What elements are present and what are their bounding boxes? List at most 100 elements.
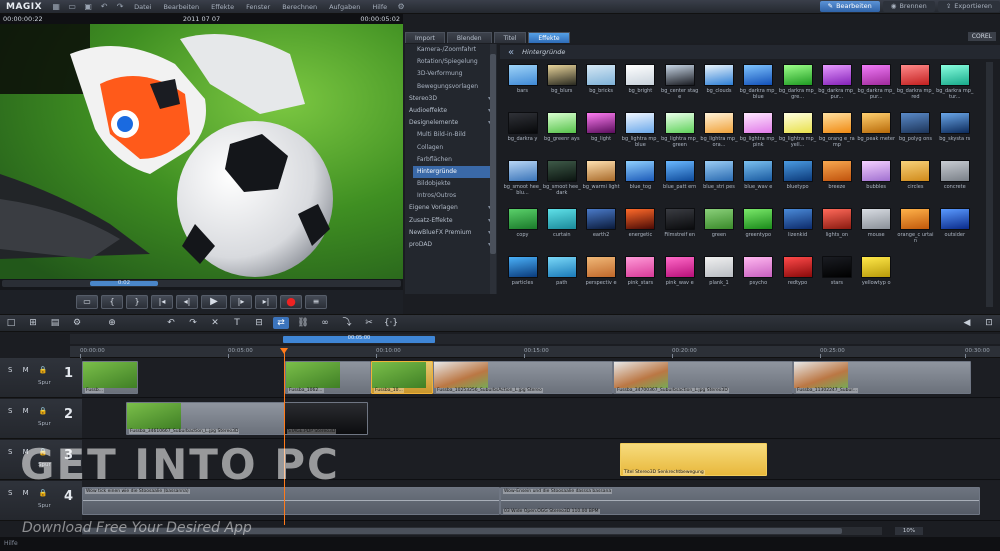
video-clip[interactable]: Fussb... [82, 361, 138, 394]
time-ruler[interactable]: 00:00:00 00:05:00 00:10:00 00:15:00 00:2… [70, 346, 1000, 358]
selected-video-clip[interactable]: Fussba_10... [371, 361, 433, 394]
background-tile[interactable]: breeze [817, 160, 856, 208]
scrub-bar[interactable]: 0:02 [2, 280, 401, 287]
background-tile[interactable]: mouse [857, 208, 896, 256]
background-tile[interactable]: energetic [621, 208, 660, 256]
category-item[interactable]: Audioeffekte▾ [405, 105, 497, 117]
category-scrollbar[interactable] [490, 44, 496, 294]
background-tile[interactable]: lizenkid [778, 208, 817, 256]
single-view-icon[interactable]: □ [3, 317, 19, 329]
mark-out-button[interactable]: } [126, 295, 148, 309]
link-icon[interactable]: ⛓ [295, 317, 311, 329]
menu-bearbeiten[interactable]: Bearbeiten [157, 3, 205, 11]
background-tile[interactable]: outsider [935, 208, 974, 256]
background-tile[interactable]: perspectiv e [582, 256, 621, 304]
to-start-button[interactable]: |◂ [151, 295, 173, 309]
mode-burn-button[interactable]: ◉ Brennen [882, 1, 935, 12]
tab-blenden[interactable]: Blenden [446, 32, 492, 43]
video-clip[interactable]: Fussba_1062... [285, 361, 371, 394]
category-item[interactable]: NewBlueFX Premium▾ [405, 227, 497, 239]
background-tile[interactable]: bluetypo [778, 160, 817, 208]
tab-effekte[interactable]: Effekte [528, 32, 570, 43]
video-clip[interactable]: STAGE.PDP Stereo3D [284, 402, 368, 435]
mode-export-button[interactable]: ⇪ Exportieren [937, 1, 1000, 12]
background-tile[interactable]: concrete [935, 160, 974, 208]
category-item[interactable]: Eigene Vorlagen▾ [405, 202, 497, 214]
prev-frame-button[interactable]: ◂| [176, 295, 198, 309]
background-tile[interactable]: green [699, 208, 738, 256]
track-controls[interactable]: S M 🔒 [8, 407, 52, 415]
fit-view-icon[interactable]: ⊡ [981, 317, 997, 329]
speaker-icon[interactable]: ◀ [959, 317, 975, 329]
split-icon[interactable]: ⤵ [339, 317, 355, 329]
background-tile[interactable]: greentypo [739, 208, 778, 256]
background-tile[interactable]: bg_lightra mp_ora... [699, 112, 738, 160]
background-tile[interactable]: bg_blurs [542, 64, 581, 112]
background-tile[interactable]: stars [817, 256, 856, 304]
marker-icon[interactable]: ⊟ [251, 317, 267, 329]
audio-clip[interactable]: Wow tick einen wie die Stoosaalie (bassa… [82, 487, 500, 515]
menu-effekte[interactable]: Effekte [205, 3, 240, 11]
new-file-icon[interactable]: ▭ [67, 2, 77, 11]
background-tile[interactable]: blue_stri pes [699, 160, 738, 208]
background-tile[interactable]: bg_darkra mp_tur... [935, 64, 974, 112]
background-tile[interactable]: curtain [542, 208, 581, 256]
background-tile[interactable]: blue_wav e [739, 160, 778, 208]
category-item[interactable]: Bildobjekte [405, 178, 497, 190]
menu-fenster[interactable]: Fenster [240, 3, 276, 11]
background-tile[interactable]: psycho [739, 256, 778, 304]
redo-icon[interactable]: ↷ [185, 317, 201, 329]
category-item[interactable]: 3D-Verformung [405, 68, 497, 80]
background-tile[interactable]: lights_on [817, 208, 856, 256]
fullscreen-button[interactable]: ▭ [76, 295, 98, 309]
redo-icon[interactable]: ↷ [115, 2, 125, 11]
background-tile[interactable]: earth2 [582, 208, 621, 256]
background-tile[interactable]: bg_skysta rs [935, 112, 974, 160]
timeline-view-icon[interactable]: ▤ [47, 317, 63, 329]
mode-edit-button[interactable]: ✎ Bearbeiten [819, 1, 880, 12]
background-tile[interactable]: bg_smoot hee_blu... [503, 160, 542, 208]
background-tile[interactable]: bg_darkra y [503, 112, 542, 160]
menu-button[interactable]: ≡ [305, 295, 327, 309]
category-item[interactable]: proDAD▾ [405, 239, 497, 251]
background-tile[interactable]: blue_tog [621, 160, 660, 208]
track-1[interactable]: Fussb... Fussba_1062... Fussba_10... Fus… [82, 358, 1000, 398]
play-range-bar[interactable]: 00:05:00 [283, 335, 435, 343]
track-header-2[interactable]: S M 🔒 2 Spur [0, 399, 82, 439]
background-tile[interactable]: yellowtyp o [857, 256, 896, 304]
menu-datei[interactable]: Datei [128, 3, 157, 11]
background-tile[interactable]: bg_lightra mp_pink [739, 112, 778, 160]
background-tile[interactable]: bg_darkra mp_red [896, 64, 935, 112]
title-clip[interactable]: Titel Stereo3D Senkrechtbewegung [620, 443, 767, 476]
tab-titel[interactable]: Titel [493, 32, 527, 43]
record-button[interactable]: ● [280, 295, 302, 309]
category-item[interactable]: Intros/Outros [405, 190, 497, 202]
background-tile[interactable]: copy [503, 208, 542, 256]
background-tile[interactable]: Filmstreif en [660, 208, 699, 256]
background-tile[interactable]: bg_darkra mp_pur... [857, 64, 896, 112]
background-tile[interactable]: bg_polyg ons [896, 112, 935, 160]
background-tile[interactable]: bg_smoot hee_dark [542, 160, 581, 208]
background-tile[interactable]: bg_peak meter [857, 112, 896, 160]
background-tile[interactable]: redtypo [778, 256, 817, 304]
track-controls[interactable]: S M 🔒 [8, 489, 52, 497]
background-tile[interactable]: circles [896, 160, 935, 208]
to-end-button[interactable]: ▸| [255, 295, 277, 309]
background-tile[interactable]: particles [503, 256, 542, 304]
background-tile[interactable]: bubbles [857, 160, 896, 208]
background-tile[interactable]: orange_c urtain [896, 208, 935, 256]
category-item[interactable]: Hintergründe [413, 165, 491, 179]
auto-scroll-icon[interactable]: ⇄ [273, 317, 289, 329]
mixer-icon[interactable]: ⚙ [69, 317, 85, 329]
audio-clip[interactable]: Wow-Ensein und die Stoosaalie dasssa bas… [500, 487, 980, 515]
background-tile[interactable]: bg_orang e_ramp [817, 112, 856, 160]
mark-in-button[interactable]: { [101, 295, 123, 309]
undo-icon[interactable]: ↶ [163, 317, 179, 329]
razor-icon[interactable]: ✂ [361, 317, 377, 329]
tab-import[interactable]: Import [405, 32, 445, 43]
background-tile[interactable]: bars [503, 64, 542, 112]
background-tile[interactable]: bg_center stage [660, 64, 699, 112]
background-tile[interactable]: bg_lightra mp_blue [621, 112, 660, 160]
fx-icon[interactable]: {·} [383, 317, 399, 329]
background-tile[interactable]: pink_stars [621, 256, 660, 304]
